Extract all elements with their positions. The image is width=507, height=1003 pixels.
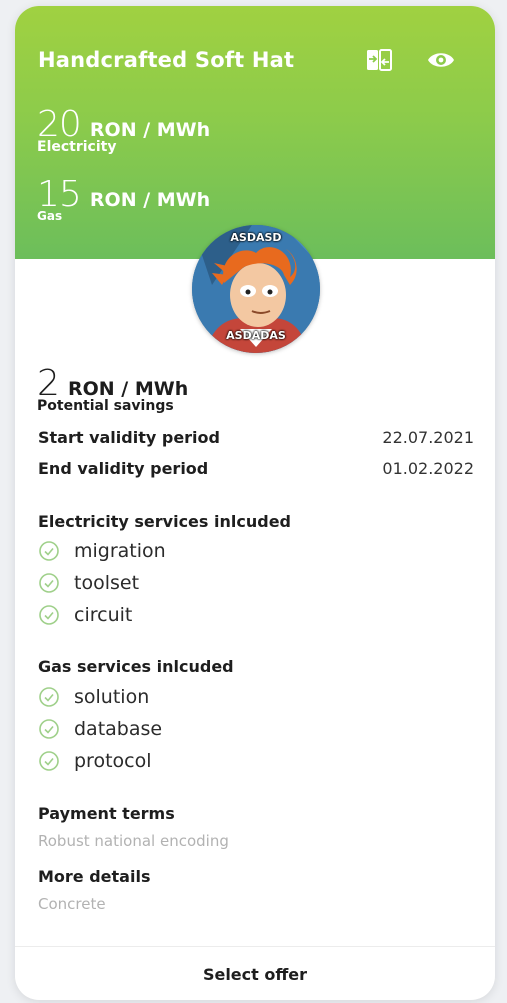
list-item: protocol <box>38 747 152 775</box>
electricity-service-label: toolset <box>74 572 140 594</box>
avatar: ASDASD ASDADAS <box>192 225 320 353</box>
avatar-caption-bottom: ASDADAS <box>226 329 286 342</box>
gas-price-unit: RON / MWh <box>89 189 211 211</box>
electricity-service-label: circuit <box>74 604 133 626</box>
savings-unit: RON / MWh <box>68 378 189 400</box>
start-validity-value: 22.07.2021 <box>382 428 474 447</box>
list-item: solution <box>38 683 149 711</box>
eye-icon[interactable] <box>425 46 457 74</box>
offer-card: Handcrafted Soft Hat 20 RON / MWh Electr… <box>15 6 495 1000</box>
avatar-caption-top: ASDASD <box>230 231 282 244</box>
check-circle-icon <box>39 687 59 707</box>
check-circle-icon <box>39 541 59 561</box>
compare-icon[interactable] <box>363 46 395 74</box>
select-offer-button[interactable]: Select offer <box>203 965 307 984</box>
potential-savings: 2 RON / MWh Potential savings <box>37 363 188 414</box>
check-circle-icon <box>39 751 59 771</box>
gas-service-label: solution <box>74 686 150 708</box>
start-validity-label: Start validity period <box>38 428 220 447</box>
electricity-price: 20 RON / MWh Electricity <box>37 104 210 155</box>
list-item: circuit <box>38 601 132 629</box>
offer-title: Handcrafted Soft Hat <box>38 48 295 72</box>
gas-service-label: database <box>74 718 163 740</box>
end-validity-value: 01.02.2022 <box>382 459 474 478</box>
list-item: toolset <box>38 569 139 597</box>
payment-terms-value: Robust national encoding <box>38 832 229 850</box>
payment-terms-title: Payment terms <box>38 804 175 823</box>
end-validity-label: End validity period <box>38 459 209 478</box>
check-circle-icon <box>39 573 59 593</box>
card-footer: Select offer <box>15 946 495 1000</box>
list-item: migration <box>38 537 166 565</box>
gas-services-title: Gas services inlcuded <box>38 657 234 676</box>
check-circle-icon <box>39 719 59 739</box>
savings-label: Potential savings <box>37 398 174 414</box>
electricity-service-label: migration <box>74 540 166 562</box>
check-circle-icon <box>39 605 59 625</box>
list-item: database <box>38 715 162 743</box>
electricity-price-unit: RON / MWh <box>89 119 211 141</box>
gas-price: 15 RON / MWh Gas <box>37 174 210 223</box>
gas-service-label: protocol <box>74 750 152 772</box>
electricity-services-title: Electricity services inlcuded <box>38 512 291 531</box>
more-details-value: Concrete <box>38 895 106 913</box>
more-details-title: More details <box>38 867 151 886</box>
card-header: Handcrafted Soft Hat 20 RON / MWh Electr… <box>15 6 495 259</box>
